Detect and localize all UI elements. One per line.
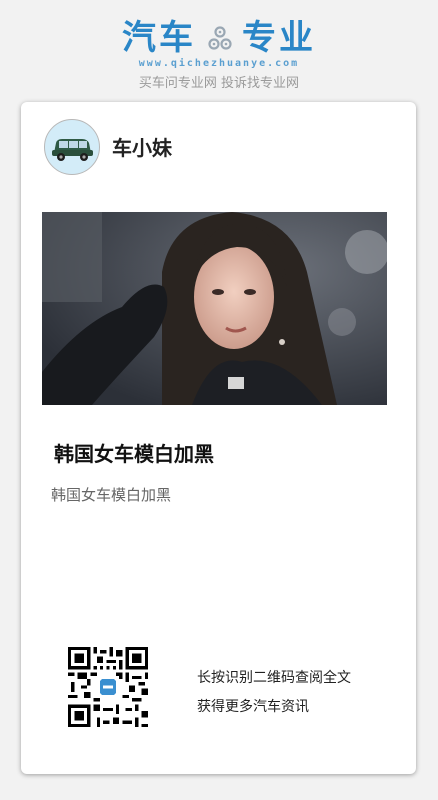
- avatar: [44, 119, 100, 175]
- logo-text-left: 汽车: [122, 18, 196, 58]
- gear-icon: [208, 26, 232, 50]
- site-header: 汽车 专业 www.qichezhuanye.com 买车问专业网 投诉找专业网: [0, 0, 438, 100]
- photo: [42, 212, 387, 405]
- article-card: 车小妹 韩国女车模白加黑 韩国女车模白加黑 长按识别二维码查阅全文 获得更多汽车…: [21, 102, 416, 774]
- site-logo[interactable]: 汽车 专业: [122, 18, 316, 62]
- qr-hint: 长按识别二维码查阅全文 获得更多汽车资讯: [197, 664, 351, 722]
- author-name: 车小妹: [112, 136, 172, 160]
- site-slogan: 买车问专业网 投诉找专业网: [138, 76, 300, 91]
- qr-code[interactable]: [68, 647, 148, 727]
- site-url: www.qichezhuanye.com: [138, 58, 300, 69]
- qr-hint-line2: 获得更多汽车资讯: [197, 699, 309, 715]
- article-title: 韩国女车模白加黑: [54, 442, 214, 466]
- logo-text-right: 专业: [242, 18, 316, 58]
- car-icon: [52, 139, 93, 161]
- article-summary: 韩国女车模白加黑: [51, 486, 172, 504]
- qr-hint-line1: 长按识别二维码查阅全文: [197, 670, 351, 686]
- qr-code-image: [68, 647, 148, 727]
- article-image[interactable]: [42, 212, 387, 405]
